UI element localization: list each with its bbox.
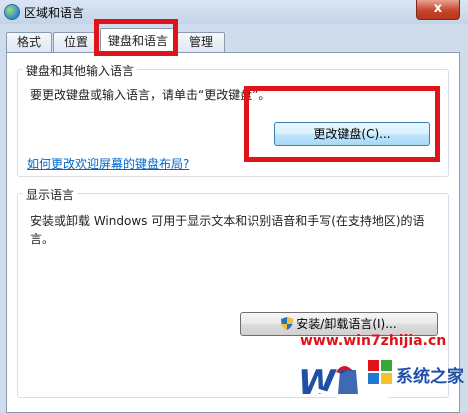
watermark-logo: W 系统之家 xyxy=(298,360,464,403)
welcome-screen-keyboard-link[interactable]: 如何更改欢迎屏幕的键盘布局? xyxy=(27,155,189,172)
display-language-description: 安装或卸载 Windows 可用于显示文本和识别语音和手写(在支持地区)的语言。 xyxy=(30,214,425,246)
keyboard-group-legend: 键盘和其他输入语言 xyxy=(23,62,138,79)
shield-icon xyxy=(281,317,294,330)
tab-administrative[interactable]: 管理 xyxy=(177,32,225,52)
close-button[interactable]: x xyxy=(416,0,460,20)
watermark-brand: 系统之家 xyxy=(396,366,464,387)
highlight-box-button xyxy=(244,86,440,162)
display-language-legend: 显示语言 xyxy=(23,186,78,203)
install-uninstall-language-label: 安装/卸载语言(I)... xyxy=(296,317,397,331)
title-bar: 区域和语言 x xyxy=(0,0,468,24)
watermark-url: www.win7zhijia.cn xyxy=(300,333,447,349)
globe-icon xyxy=(4,4,20,20)
svg-text:W: W xyxy=(298,363,337,403)
tab-location[interactable]: 位置 xyxy=(53,32,99,52)
tab-format[interactable]: 格式 xyxy=(6,32,52,52)
window-title: 区域和语言 xyxy=(24,6,85,20)
highlight-box-tab xyxy=(94,19,178,56)
